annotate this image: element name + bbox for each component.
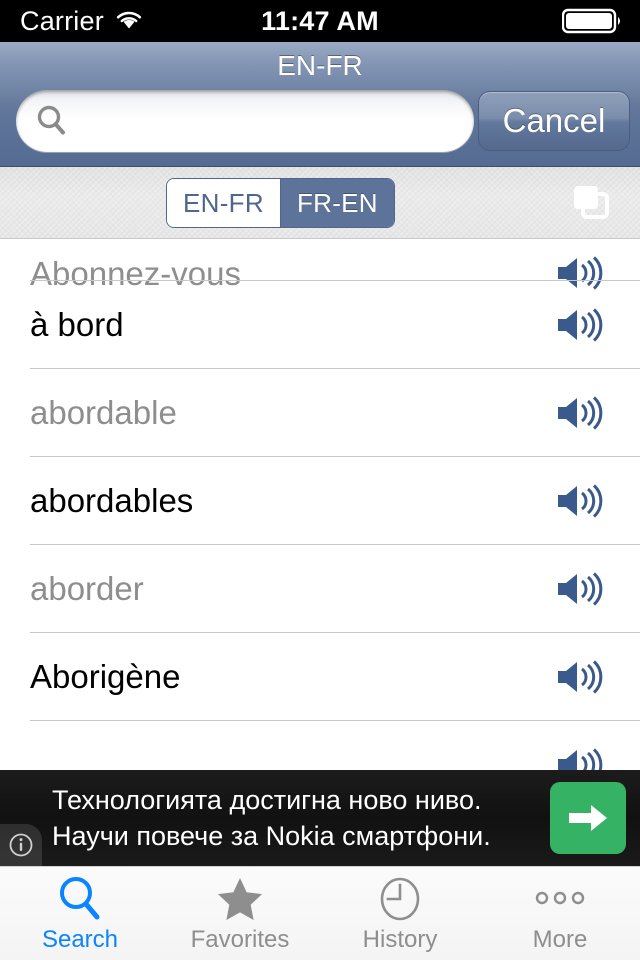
list-item-partial[interactable] xyxy=(0,721,640,770)
list-item[interactable]: abordables xyxy=(0,457,640,545)
word-list[interactable]: Abonnez-vous à bord abordable abordables… xyxy=(0,239,640,770)
pages-icon[interactable] xyxy=(570,183,618,223)
ad-line-2: Научи повече за Nokia смартфони. xyxy=(52,821,491,851)
app-screen: Carrier 11:47 AM EN-FR Cancel EN-FR FR-E… xyxy=(0,0,640,960)
tab-more[interactable]: More xyxy=(480,867,640,960)
list-item[interactable]: Aborigène xyxy=(0,633,640,721)
word-label: abordable xyxy=(30,394,177,431)
ad-line-1: Технологията достигна ново ниво. xyxy=(52,785,482,815)
page-title: EN-FR xyxy=(277,50,363,81)
speaker-icon[interactable] xyxy=(554,571,604,607)
list-item[interactable]: Abonnez-vous xyxy=(0,239,640,292)
list-item[interactable]: à bord xyxy=(0,281,640,369)
info-icon[interactable] xyxy=(0,824,42,866)
clock-icon xyxy=(374,874,426,922)
tab-favorites-label: Favorites xyxy=(190,925,290,953)
search-icon xyxy=(54,874,106,922)
word-label: aborder xyxy=(30,570,144,607)
speaker-icon[interactable] xyxy=(554,395,604,431)
tab-search[interactable]: Search xyxy=(0,867,160,960)
ad-text: Технологията достигна ново ниво. Научи п… xyxy=(52,782,532,854)
tab-search-label: Search xyxy=(41,925,119,953)
segment-fr-en[interactable]: FR-EN xyxy=(280,179,394,227)
word-label: Aborigène xyxy=(30,658,181,695)
cancel-button[interactable]: Cancel xyxy=(478,91,630,151)
language-direction-segmented-control[interactable]: EN-FR FR-EN xyxy=(166,178,395,228)
word-label: à bord xyxy=(30,306,124,343)
ad-banner[interactable]: Технологията достигна ново ниво. Научи п… xyxy=(0,770,640,866)
word-label: abordables xyxy=(30,482,194,519)
tab-history-label: History xyxy=(362,925,438,953)
tab-bar: Search Favorites History More xyxy=(0,866,640,960)
ellipsis-icon xyxy=(528,874,592,922)
tab-history[interactable]: History xyxy=(320,867,480,960)
clock-label: 11:47 AM xyxy=(261,5,379,36)
speaker-icon[interactable] xyxy=(554,307,604,343)
direction-toolbar: EN-FR FR-EN xyxy=(0,167,640,239)
search-icon xyxy=(34,103,70,139)
speaker-icon[interactable] xyxy=(554,659,604,695)
arrow-right-icon[interactable] xyxy=(550,782,626,854)
search-field[interactable] xyxy=(16,90,474,152)
tab-favorites[interactable]: Favorites xyxy=(160,867,320,960)
search-input[interactable] xyxy=(80,105,474,137)
search-row: Cancel xyxy=(0,90,640,152)
battery-full-icon xyxy=(562,7,624,35)
nav-bar: EN-FR Cancel xyxy=(0,42,640,167)
list-item[interactable]: abordable xyxy=(0,369,640,457)
segment-en-fr[interactable]: EN-FR xyxy=(167,179,280,227)
speaker-icon[interactable] xyxy=(554,747,604,770)
list-item[interactable]: aborder xyxy=(0,545,640,633)
star-icon xyxy=(214,874,266,922)
tab-more-label: More xyxy=(532,925,588,953)
status-bar: Carrier 11:47 AM xyxy=(0,0,640,42)
speaker-icon[interactable] xyxy=(554,483,604,519)
